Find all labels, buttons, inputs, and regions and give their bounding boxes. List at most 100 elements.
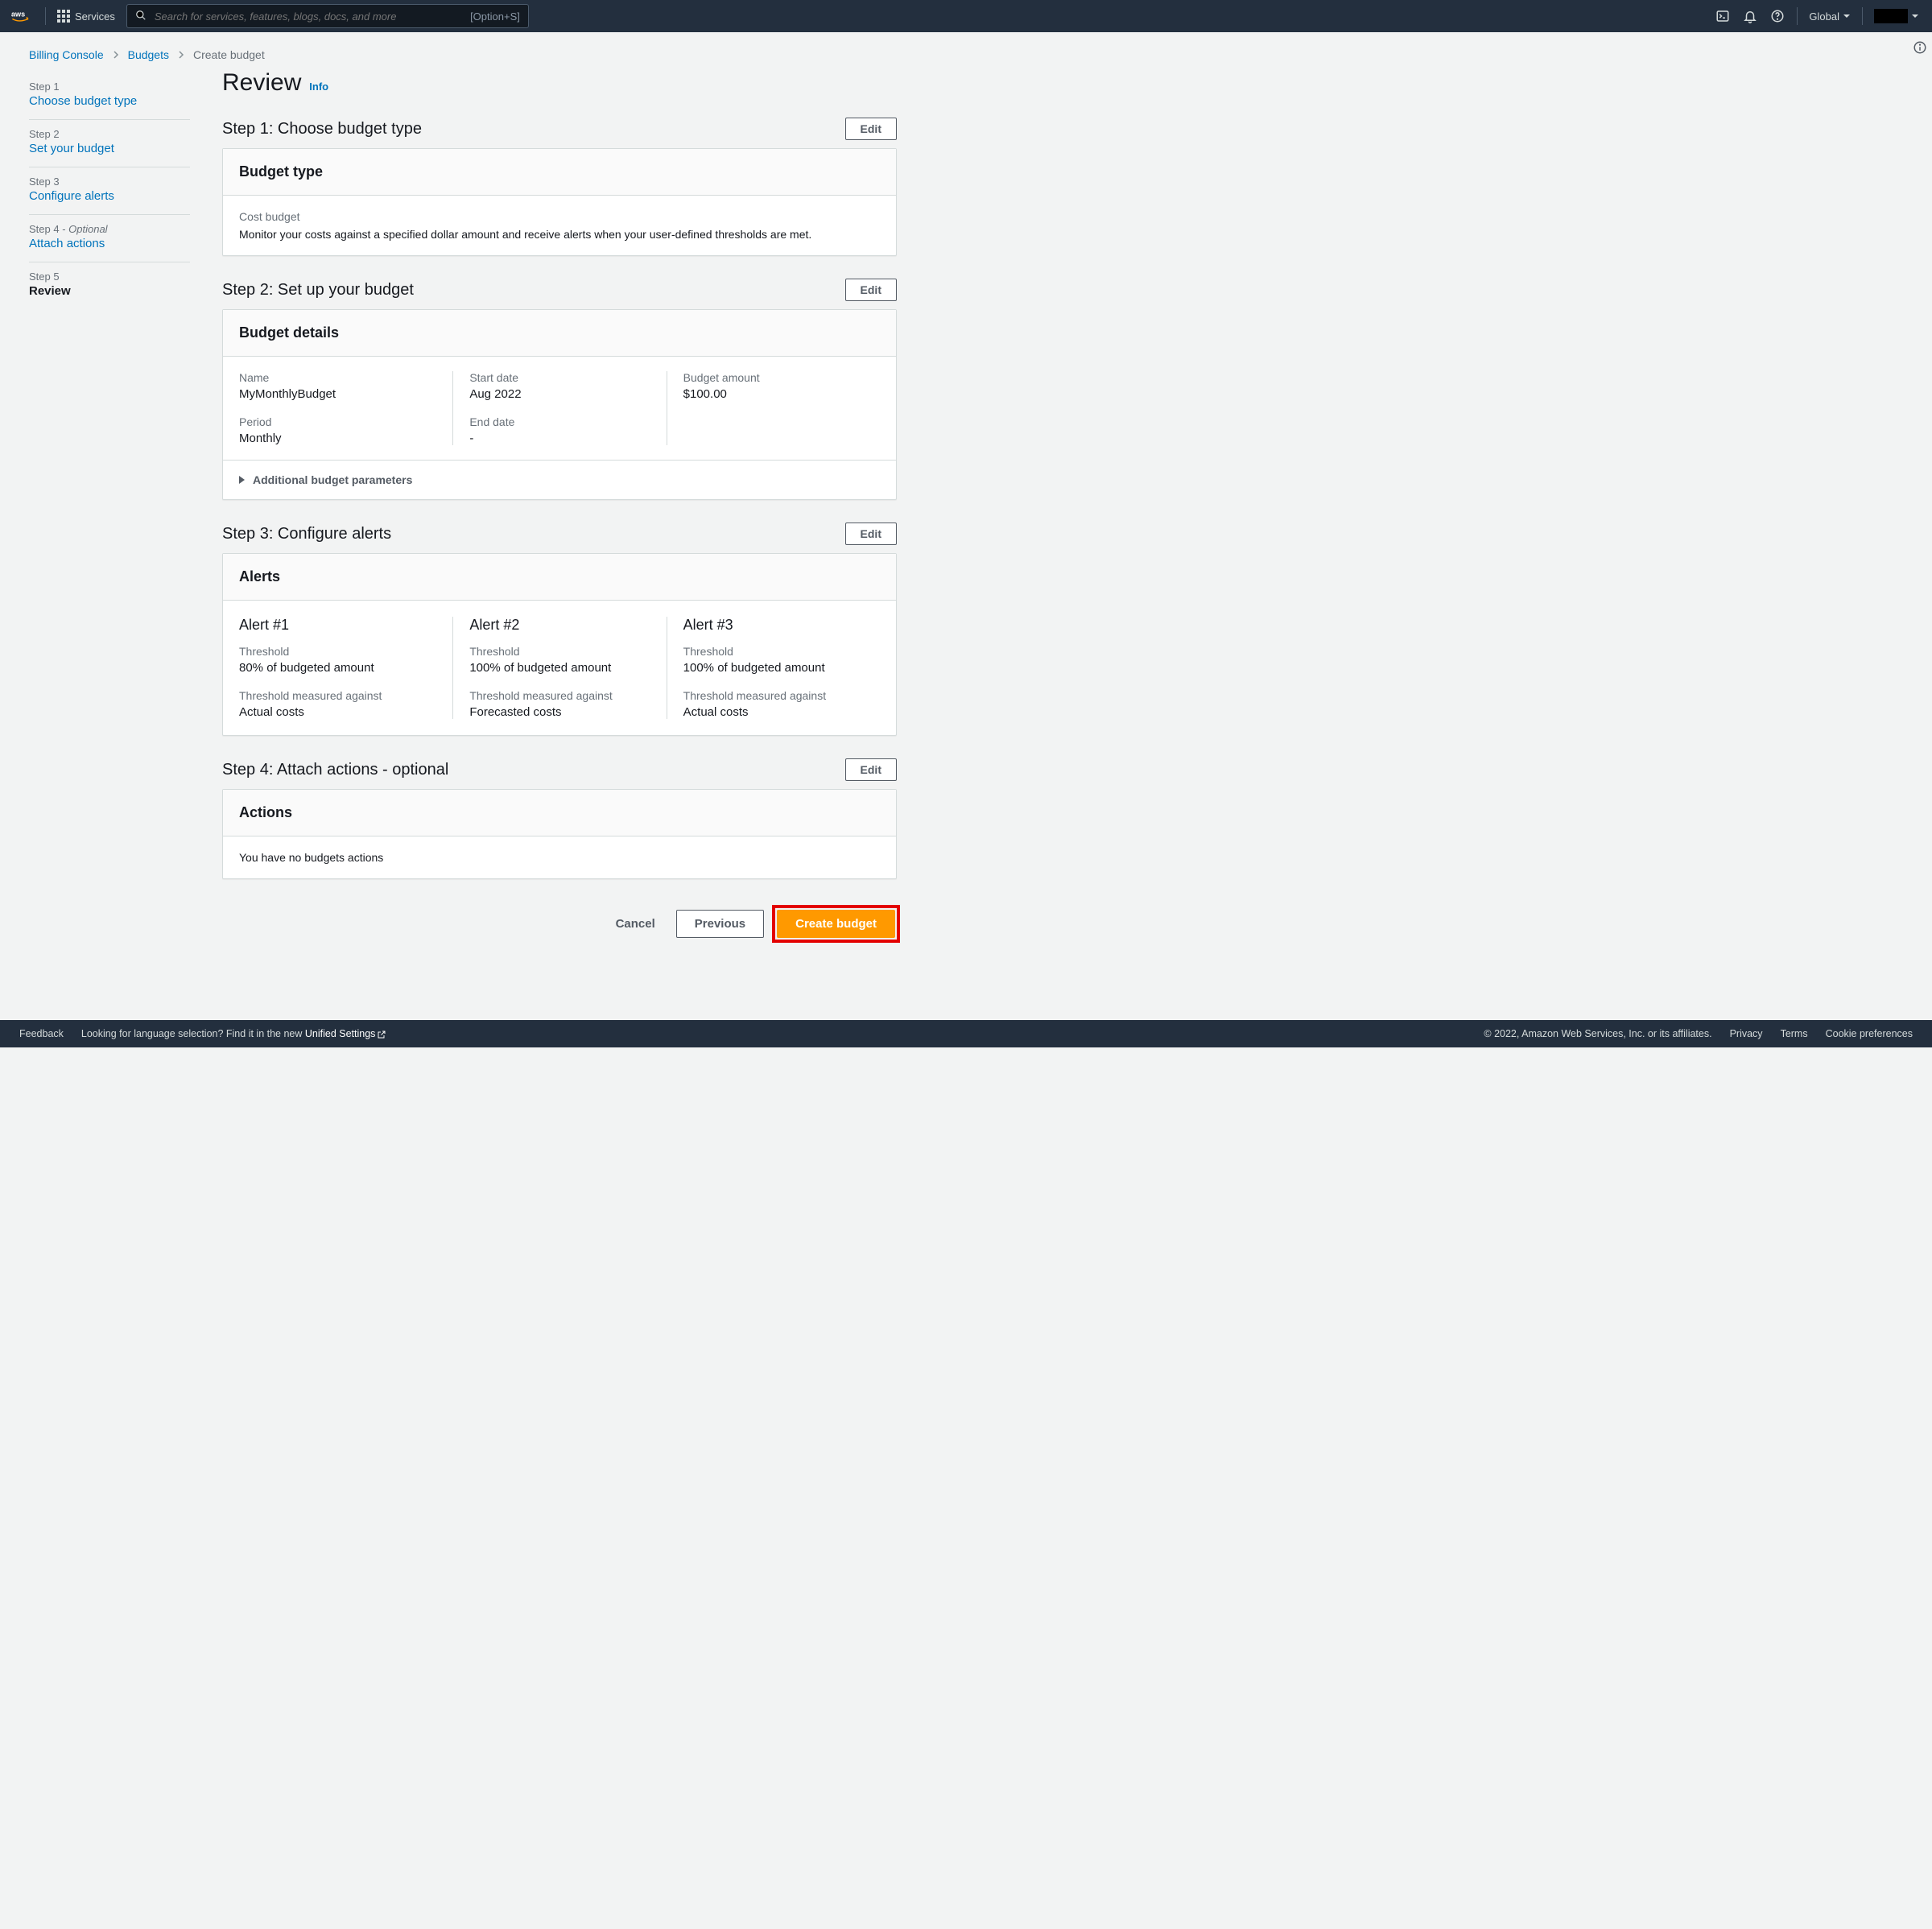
page-title: Review xyxy=(222,69,301,97)
search-box[interactable]: [Option+S] xyxy=(126,4,529,28)
triangle-right-icon xyxy=(239,476,245,484)
services-menu[interactable]: Services xyxy=(57,10,115,23)
caret-down-icon xyxy=(1843,10,1851,23)
alert-title: Alert #2 xyxy=(469,617,650,634)
budget-type-name: Cost budget xyxy=(239,210,880,223)
cookie-link[interactable]: Cookie preferences xyxy=(1826,1028,1913,1039)
feedback-link[interactable]: Feedback xyxy=(19,1028,64,1039)
label-end: End date xyxy=(469,415,650,428)
label-threshold: Threshold xyxy=(683,645,864,658)
step-label: Attach actions xyxy=(29,237,190,250)
info-panel-toggle[interactable] xyxy=(1913,40,1927,57)
region-label: Global xyxy=(1809,10,1839,23)
create-budget-highlight: Create budget xyxy=(775,908,897,940)
account-menu[interactable] xyxy=(1874,9,1919,23)
search-shortcut: [Option+S] xyxy=(470,10,520,23)
value-threshold: 100% of budgeted amount xyxy=(469,661,650,675)
caret-down-icon xyxy=(1911,10,1919,23)
panel-alerts: Alerts Alert #1 Threshold 80% of budgete… xyxy=(222,553,897,736)
services-label: Services xyxy=(75,10,115,23)
expander-label: Additional budget parameters xyxy=(253,473,412,486)
step-nav-3[interactable]: Step 3 Configure alerts xyxy=(29,167,190,215)
breadcrumb-budgets[interactable]: Budgets xyxy=(128,48,169,61)
terms-link[interactable]: Terms xyxy=(1781,1028,1808,1039)
step-number: Step 5 xyxy=(29,271,190,283)
value-name: MyMonthlyBudget xyxy=(239,387,436,401)
label-measured: Threshold measured against xyxy=(683,689,864,702)
panel-budget-details: Budget details Name MyMonthlyBudget Peri… xyxy=(222,309,897,500)
value-threshold: 80% of budgeted amount xyxy=(239,661,436,675)
label-period: Period xyxy=(239,415,436,428)
wizard-footer: Cancel Previous Create budget xyxy=(222,902,897,940)
nav-divider xyxy=(1797,7,1798,25)
top-nav: aws Services [Option+S] Global xyxy=(0,0,1932,32)
previous-button[interactable]: Previous xyxy=(676,910,764,938)
help-icon[interactable] xyxy=(1769,8,1785,24)
cancel-button[interactable]: Cancel xyxy=(606,911,665,937)
value-measured: Forecasted costs xyxy=(469,705,650,719)
footer-bar: Feedback Looking for language selection?… xyxy=(0,1020,1932,1047)
value-measured: Actual costs xyxy=(239,705,436,719)
step-number: Step 2 xyxy=(29,128,190,140)
nav-divider xyxy=(45,7,46,25)
panel-title: Budget type xyxy=(239,163,880,180)
section-title-step2: Step 2: Set up your budget xyxy=(222,281,414,299)
panel-budget-type: Budget type Cost budget Monitor your cos… xyxy=(222,148,897,256)
cloudshell-icon[interactable] xyxy=(1715,8,1731,24)
section-title-step1: Step 1: Choose budget type xyxy=(222,120,422,138)
breadcrumb: Billing Console Budgets Create budget xyxy=(0,32,1932,66)
aws-logo[interactable]: aws xyxy=(11,8,34,24)
external-link-icon xyxy=(375,1028,386,1039)
step-nav-1[interactable]: Step 1 Choose budget type xyxy=(29,72,190,120)
info-link[interactable]: Info xyxy=(309,81,328,93)
step-number: Step 3 xyxy=(29,176,190,188)
grid-icon xyxy=(57,10,70,23)
additional-params-expander[interactable]: Additional budget parameters xyxy=(223,460,896,499)
main-content: Review Info Step 1: Choose budget type E… xyxy=(222,66,897,940)
lang-text: Looking for language selection? Find it … xyxy=(81,1028,387,1039)
step-label: Configure alerts xyxy=(29,189,190,203)
step-nav-2[interactable]: Step 2 Set your budget xyxy=(29,120,190,167)
panel-title: Actions xyxy=(239,804,880,821)
step-nav-5: Step 5 Review xyxy=(29,262,190,309)
breadcrumb-billing[interactable]: Billing Console xyxy=(29,48,104,61)
step-label-current: Review xyxy=(29,284,190,298)
step-nav-4[interactable]: Step 4 - Optional Attach actions xyxy=(29,215,190,262)
budget-type-desc: Monitor your costs against a specified d… xyxy=(239,228,880,241)
label-threshold: Threshold xyxy=(469,645,650,658)
panel-title: Budget details xyxy=(239,324,880,341)
label-measured: Threshold measured against xyxy=(239,689,436,702)
notifications-icon[interactable] xyxy=(1742,8,1758,24)
chevron-right-icon xyxy=(112,48,120,61)
alert-title: Alert #1 xyxy=(239,617,436,634)
alert-3: Alert #3 Threshold 100% of budgeted amou… xyxy=(667,617,880,719)
label-amount: Budget amount xyxy=(683,371,864,384)
create-budget-button[interactable]: Create budget xyxy=(777,910,895,938)
copyright: © 2022, Amazon Web Services, Inc. or its… xyxy=(1484,1028,1711,1039)
alert-2: Alert #2 Threshold 100% of budgeted amou… xyxy=(452,617,666,719)
search-input[interactable] xyxy=(155,10,462,23)
step-label: Set your budget xyxy=(29,142,190,155)
section-title-step4: Step 4: Attach actions - optional xyxy=(222,761,448,779)
value-amount: $100.00 xyxy=(683,387,864,401)
panel-actions: Actions You have no budgets actions xyxy=(222,789,897,879)
label-measured: Threshold measured against xyxy=(469,689,650,702)
edit-step4-button[interactable]: Edit xyxy=(845,758,897,781)
chevron-right-icon xyxy=(177,48,185,61)
privacy-link[interactable]: Privacy xyxy=(1730,1028,1763,1039)
value-threshold: 100% of budgeted amount xyxy=(683,661,864,675)
alert-1: Alert #1 Threshold 80% of budgeted amoun… xyxy=(239,617,452,719)
value-start: Aug 2022 xyxy=(469,387,650,401)
account-name-redacted xyxy=(1874,9,1908,23)
search-icon xyxy=(135,10,147,23)
unified-settings-link[interactable]: Unified Settings xyxy=(305,1028,387,1039)
edit-step2-button[interactable]: Edit xyxy=(845,279,897,301)
edit-step1-button[interactable]: Edit xyxy=(845,118,897,140)
region-selector[interactable]: Global xyxy=(1809,10,1851,23)
breadcrumb-current: Create budget xyxy=(193,48,265,61)
nav-divider xyxy=(1862,7,1863,25)
value-measured: Actual costs xyxy=(683,705,864,719)
step-number: Step 4 - Optional xyxy=(29,223,190,235)
panel-title: Alerts xyxy=(239,568,880,585)
edit-step3-button[interactable]: Edit xyxy=(845,523,897,545)
